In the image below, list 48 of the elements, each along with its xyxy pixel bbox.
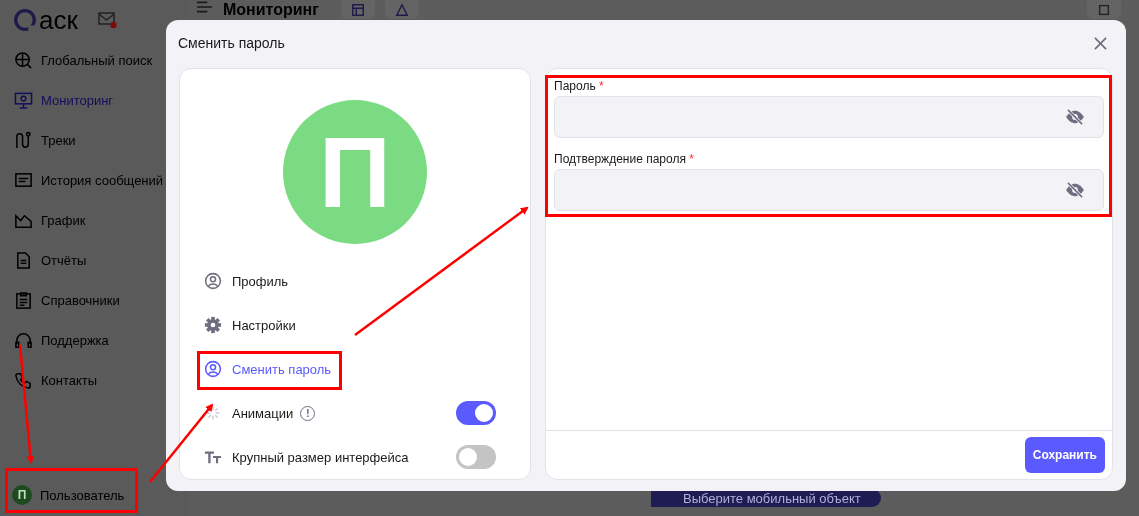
monitor-icon: [14, 90, 33, 110]
menu-item[interactable]: Профиль: [204, 272, 289, 290]
toggle-switch[interactable]: [456, 445, 496, 469]
message-icon: [14, 170, 33, 190]
sidebar-item[interactable]: Поддержка: [0, 320, 188, 360]
password-field[interactable]: [554, 169, 1104, 211]
sidebar-item[interactable]: Справочники: [0, 280, 188, 320]
mail-icon[interactable]: [97, 11, 118, 29]
eye-off-icon[interactable]: [1065, 109, 1085, 125]
support-icon: [14, 330, 33, 350]
sparkle-icon: [204, 404, 222, 422]
save-button[interactable]: Сохранить: [1024, 437, 1105, 473]
setting-label: Крупный размер интерфейса: [232, 449, 409, 465]
user-icon: [204, 272, 222, 290]
settings-icon: [204, 316, 222, 334]
eye-off-icon[interactable]: [1065, 182, 1085, 198]
table-button[interactable]: [340, 0, 375, 19]
sidebar-item[interactable]: Мониторинг: [0, 80, 188, 120]
phone-icon: [14, 370, 33, 390]
user-item[interactable]: П Пользователь: [0, 476, 188, 514]
user-icon: [204, 360, 222, 378]
doc-icon: [14, 250, 33, 270]
square-button[interactable]: [1087, 0, 1121, 19]
menu-icon[interactable]: [196, 0, 213, 14]
password-field[interactable]: [554, 96, 1104, 138]
sidebar-item[interactable]: Контакты: [0, 360, 188, 400]
toggle-switch[interactable]: [456, 401, 496, 425]
triangle-button[interactable]: [384, 0, 419, 19]
table-icon: [350, 2, 365, 17]
page-title: Мониторинг: [223, 0, 319, 19]
field-label: Подтверждение пароля *: [554, 152, 695, 166]
menu-item[interactable]: Сменить пароль: [204, 360, 332, 378]
field-label: Пароль *: [554, 79, 605, 93]
sidebar-item[interactable]: Отчёты: [0, 240, 188, 280]
square-icon: [1097, 2, 1111, 17]
menu-item[interactable]: Настройки: [204, 316, 296, 334]
triangle-icon: [394, 2, 409, 17]
track-icon: [14, 130, 33, 150]
sidebar-item[interactable]: Треки: [0, 120, 188, 160]
close-icon[interactable]: [1094, 36, 1107, 50]
avatar: П: [283, 100, 427, 244]
dialog-title: Сменить пароль: [178, 35, 285, 51]
clip-icon: [14, 290, 33, 310]
sidebar-item[interactable]: История сообщений: [0, 160, 188, 200]
sidebar-item[interactable]: График: [0, 200, 188, 240]
globe-icon: [14, 50, 33, 70]
setting-label: Анимации: [232, 405, 294, 421]
logo: аск: [13, 7, 78, 33]
